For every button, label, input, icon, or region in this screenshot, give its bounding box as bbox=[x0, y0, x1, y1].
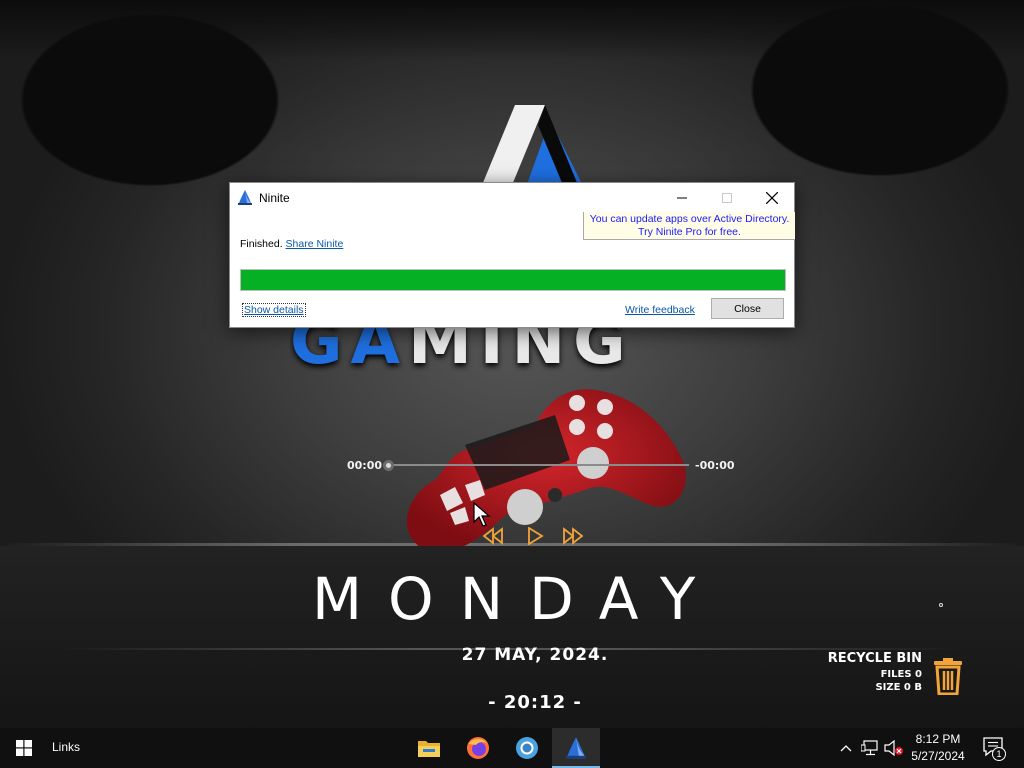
show-details-link[interactable]: Show details bbox=[242, 303, 306, 317]
ninite-titlebar[interactable]: Ninite bbox=[230, 183, 794, 212]
gaming-logo-text: GAMING bbox=[290, 322, 634, 372]
install-progress-bar bbox=[240, 269, 786, 291]
media-seek-knob[interactable] bbox=[383, 460, 394, 471]
volume-tray-button[interactable] bbox=[884, 738, 904, 758]
weekday-display: MONDAY bbox=[312, 565, 722, 633]
media-seek-track[interactable] bbox=[387, 464, 689, 466]
maximize-icon bbox=[721, 192, 732, 203]
ninite-icon bbox=[566, 737, 586, 759]
wallpaper-shadow bbox=[0, 0, 1024, 60]
ninite-app-icon bbox=[238, 190, 252, 205]
firefox-icon bbox=[467, 737, 489, 759]
desktop-wallpaper: GAMING 00:00 -00:00 MONDAY 27 MAY, 2024.… bbox=[0, 0, 1024, 728]
media-remaining-time: -00:00 bbox=[695, 459, 735, 472]
time-display: - 20:12 - bbox=[488, 692, 582, 713]
recycle-bin-size: SIZE 0 B bbox=[875, 682, 922, 693]
network-icon bbox=[861, 740, 878, 756]
folder-icon bbox=[418, 741, 440, 757]
links-toolbar[interactable]: Links bbox=[52, 740, 80, 754]
progress-fill bbox=[241, 270, 785, 290]
decorative-dot bbox=[939, 603, 943, 607]
chevron-up-icon bbox=[840, 745, 852, 752]
share-ninite-link[interactable]: Share Ninite bbox=[286, 238, 344, 250]
window-title: Ninite bbox=[259, 191, 290, 205]
taskbar-firefox[interactable] bbox=[454, 728, 502, 768]
start-button[interactable] bbox=[0, 728, 48, 768]
ninite-pro-banner[interactable]: You can update apps over Active Director… bbox=[583, 212, 795, 240]
ninite-window: Ninite You can update apps over Active D… bbox=[229, 182, 795, 328]
clock-time: 8:12 PM bbox=[915, 732, 961, 746]
taskbar: Links 8:12 PM 5/27/2024 1 bbox=[0, 728, 1024, 768]
date-display: 27 MAY, 2024. bbox=[461, 645, 609, 665]
close-icon bbox=[765, 191, 778, 204]
write-feedback-link[interactable]: Write feedback bbox=[625, 304, 695, 316]
pro-banner-line1: You can update apps over Active Director… bbox=[589, 213, 790, 225]
clock-date: 5/27/2024 bbox=[911, 749, 965, 763]
gaming-logo-icon bbox=[480, 105, 585, 190]
taskbar-ninite[interactable] bbox=[552, 728, 600, 768]
recycle-bin-files: FILES 0 bbox=[880, 669, 922, 680]
recycle-bin-icon[interactable] bbox=[931, 657, 965, 695]
window-close-button[interactable] bbox=[749, 183, 794, 212]
taskbar-chrome[interactable] bbox=[503, 728, 551, 768]
rewind-icon[interactable] bbox=[482, 527, 504, 545]
recycle-bin-title: RECYCLE BIN bbox=[827, 651, 922, 666]
mouse-cursor-icon bbox=[473, 502, 491, 527]
show-hidden-icons-button[interactable] bbox=[836, 738, 856, 758]
notification-count-badge: 1 bbox=[992, 747, 1006, 761]
minimize-icon bbox=[676, 197, 687, 198]
chrome-icon bbox=[516, 737, 538, 759]
status-line: Finished. Share Ninite bbox=[240, 238, 343, 250]
taskbar-clock[interactable]: 8:12 PM 5/27/2024 bbox=[902, 731, 974, 765]
taskbar-file-explorer[interactable] bbox=[405, 728, 453, 768]
status-text: Finished. bbox=[240, 238, 283, 250]
close-button[interactable]: Close bbox=[711, 298, 784, 319]
media-elapsed-time: 00:00 bbox=[347, 459, 383, 472]
windows-logo-icon bbox=[16, 740, 32, 756]
minimize-button[interactable] bbox=[659, 183, 704, 212]
play-icon[interactable] bbox=[524, 527, 546, 545]
maximize-button bbox=[704, 183, 749, 212]
volume-muted-icon bbox=[884, 740, 903, 756]
network-tray-button[interactable] bbox=[860, 738, 880, 758]
fast-forward-icon[interactable] bbox=[562, 527, 584, 545]
pro-banner-line2: Try Ninite Pro for free. bbox=[638, 226, 741, 238]
